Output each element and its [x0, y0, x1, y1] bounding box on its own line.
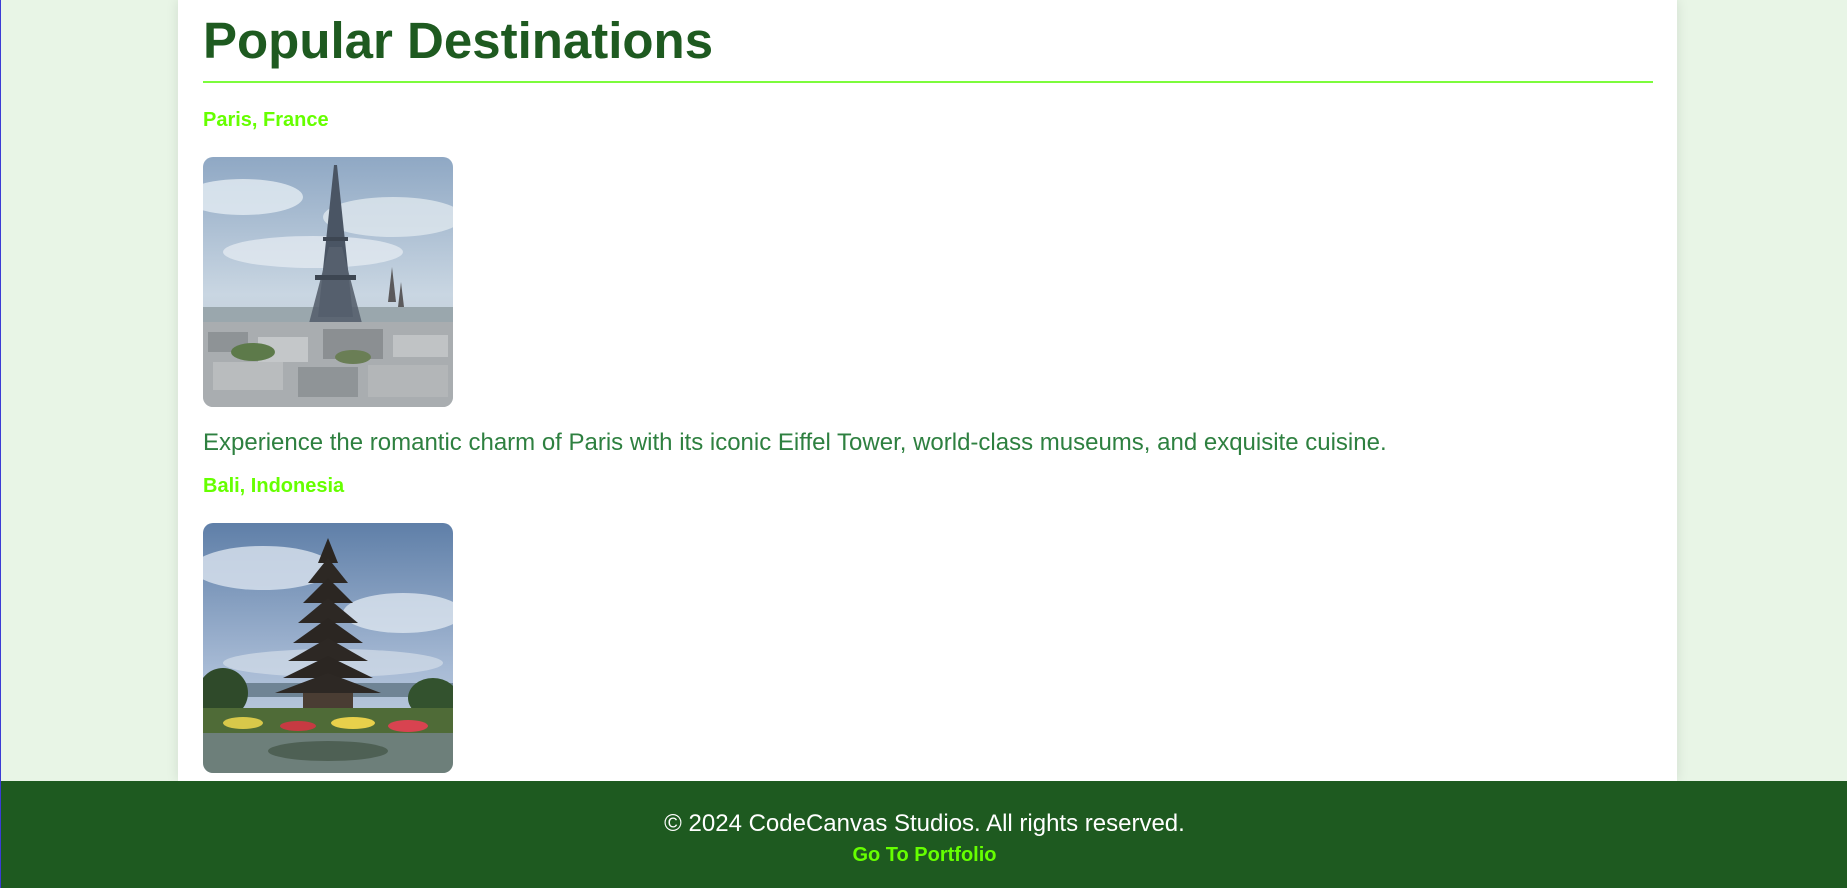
portfolio-link[interactable]: Go To Portfolio — [1, 843, 1847, 867]
paris-image — [203, 157, 453, 407]
bali-temple-photo — [203, 523, 453, 773]
destination-description-paris: Experience the romantic charm of Paris w… — [203, 429, 1387, 456]
title-divider — [203, 81, 1653, 83]
destination-heading-bali: Bali, Indonesia — [203, 475, 345, 497]
page-title: Popular Destinations — [203, 12, 714, 69]
footer-copyright: © 2024 CodeCanvas Studios. All rights re… — [664, 810, 1185, 837]
eiffel-tower-photo — [203, 157, 453, 407]
bali-image — [203, 523, 453, 773]
destination-heading-paris: Paris, France — [203, 109, 329, 131]
main-content-card: Popular Destinations Paris, France Exper… — [178, 0, 1677, 781]
page-footer: © 2024 CodeCanvas Studios. All rights re… — [1, 781, 1847, 888]
